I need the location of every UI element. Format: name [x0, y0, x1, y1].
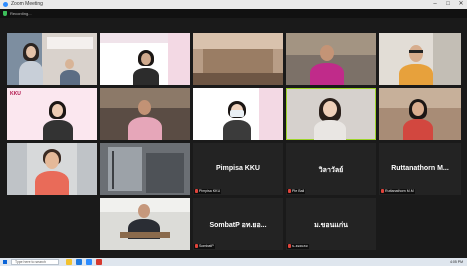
participant-display-name: วิลาวัลย์	[318, 166, 344, 174]
participant-tile-1[interactable]	[7, 33, 97, 85]
muted-mic-icon	[195, 244, 198, 249]
window-title: Zoom Meeting	[11, 1, 43, 7]
close-button[interactable]: ✕	[455, 0, 467, 9]
participant-tile-9[interactable]	[286, 88, 376, 140]
participant-name: SombatP	[194, 244, 215, 249]
participant-display-name: ม.ขอนแก่น	[314, 221, 348, 229]
file-explorer-icon[interactable]	[66, 259, 72, 265]
title-bar: Zoom Meeting – □ ✕	[0, 0, 467, 9]
muted-mic-icon	[288, 189, 291, 194]
participant-tile-16[interactable]	[100, 198, 190, 250]
org-logo-text: KKU	[10, 91, 21, 97]
maximize-button[interactable]: □	[442, 0, 454, 9]
participant-tile-12[interactable]	[100, 143, 190, 195]
participant-tile-10[interactable]	[379, 88, 461, 140]
participant-tile-17[interactable]: SombatP อท.ยอ... SombatP	[193, 198, 283, 250]
participant-tile-6[interactable]: KKU	[7, 88, 97, 140]
gallery-view: Recording... KKU Pimpisa KKU Pimpisa KKU…	[0, 9, 467, 258]
participant-tile-14[interactable]: วิลาวัลย์ Ple Ball	[286, 143, 376, 195]
zoom-logo-icon	[3, 2, 8, 7]
muted-mic-icon	[195, 189, 198, 194]
minimize-button[interactable]: –	[429, 0, 441, 9]
participant-tile-8[interactable]	[193, 88, 283, 140]
system-tray-clock[interactable]: 4:05 PM	[450, 258, 463, 266]
participant-name: Ple Ball	[287, 189, 306, 194]
participant-name: Ruttanathorn M.M	[380, 189, 415, 194]
taskbar: Type here to search 4:05 PM	[0, 258, 467, 266]
participant-tile-4[interactable]	[286, 33, 376, 85]
windows-start-icon[interactable]	[3, 260, 7, 264]
participant-tile-3[interactable]	[193, 33, 283, 85]
meeting-info-bar: Recording...	[0, 9, 467, 18]
recording-label: Recording...	[10, 11, 32, 16]
participant-tile-7[interactable]	[100, 88, 190, 140]
security-shield-icon[interactable]	[3, 11, 7, 16]
edge-browser-icon[interactable]	[76, 259, 82, 265]
participant-tile-15[interactable]: Ruttanathorn M... Ruttanathorn M.M	[379, 143, 461, 195]
zoom-app-icon[interactable]	[86, 259, 92, 265]
participant-name: น.ฮอลเลย	[287, 244, 309, 249]
participant-display-name: Pimpisa KKU	[216, 164, 260, 172]
participant-name: Pimpisa KKU	[194, 189, 222, 194]
participant-tile-2[interactable]	[100, 33, 190, 85]
participant-display-name: Ruttanathorn M...	[391, 164, 449, 172]
participant-tile-11[interactable]	[7, 143, 97, 195]
participant-tile-18[interactable]: ม.ขอนแก่น น.ฮอลเลย	[286, 198, 376, 250]
participant-display-name: SombatP อท.ยอ...	[209, 221, 267, 229]
chrome-browser-icon[interactable]	[96, 259, 102, 265]
taskbar-search-box[interactable]: Type here to search	[11, 259, 59, 265]
muted-mic-icon	[381, 189, 384, 194]
participant-tile-13[interactable]: Pimpisa KKU Pimpisa KKU	[193, 143, 283, 195]
muted-mic-icon	[288, 244, 291, 249]
participant-tile-5[interactable]	[379, 33, 461, 85]
